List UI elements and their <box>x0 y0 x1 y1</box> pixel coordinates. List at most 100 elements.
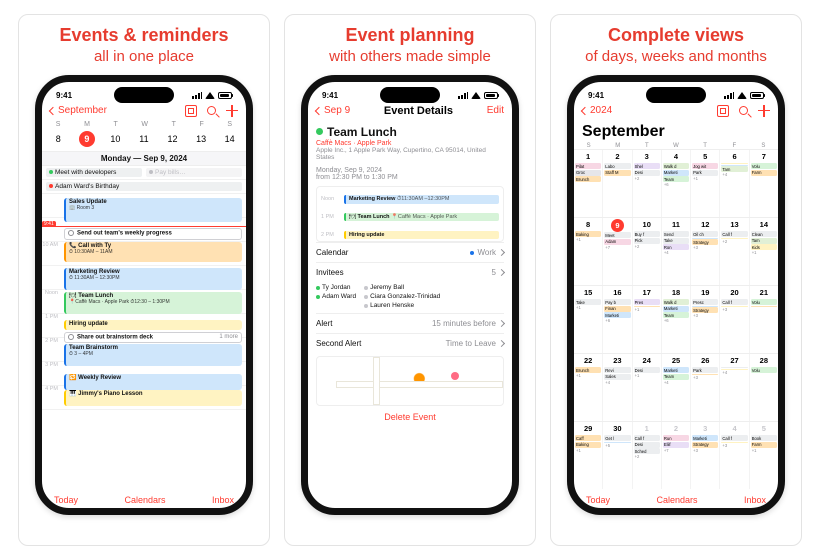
phone-3: 9:41 2024 September SMTWTFS 1PilatGrocBr… <box>567 75 785 515</box>
month-cell[interactable]: 22Brunch+1 <box>574 354 603 421</box>
panel2-subline: with others made simple <box>329 48 491 65</box>
month-cell[interactable]: 9MeetAdam+7 <box>603 218 632 285</box>
date-12[interactable]: 12 <box>165 134 181 144</box>
invitee: Adam Ward <box>316 293 356 300</box>
month-cell[interactable]: 8Baking+1 <box>574 218 603 285</box>
allday-chip-2[interactable]: Adam Ward's Birthday <box>46 182 242 191</box>
invitee: Lauren Henske <box>364 302 440 309</box>
inbox-button[interactable]: Inbox <box>744 495 766 505</box>
event-block[interactable]: Sales Update🏢 Room 3 <box>64 198 242 222</box>
edit-button[interactable]: Edit <box>487 105 504 116</box>
date-10[interactable]: 10 <box>107 134 123 144</box>
dynamic-island <box>114 87 174 103</box>
mini-day-preview[interactable]: NoonMarketing Review ⏱11:30AM –12:30PM1 … <box>316 186 504 242</box>
month-cell[interactable]: 14CleanTamKids+1 <box>750 218 778 285</box>
event-block[interactable]: 🔁 Weekly Review <box>64 374 242 390</box>
back-label: Sep 9 <box>324 105 350 116</box>
calendars-button[interactable]: Calendars <box>656 495 697 505</box>
date-14[interactable]: 14 <box>222 134 238 144</box>
event-block[interactable]: Team Brainstorm⏱ 3 – 4PM <box>64 344 242 366</box>
week-dates[interactable]: 8 9 10 11 12 13 14 <box>42 128 246 152</box>
second-alert-row[interactable]: Second Alert Time to Leave <box>316 333 504 353</box>
month-cell[interactable]: 29CaffBaking+1 <box>574 422 603 489</box>
month-cell[interactable]: 10Buy fPick+2 <box>633 218 662 285</box>
month-cell[interactable]: 5BookFarm+1 <box>750 422 778 489</box>
panel-day-list: Events & reminders all in one place 9:41… <box>18 14 270 546</box>
month-cell[interactable]: 12Oil chStrategy+3 <box>691 218 720 285</box>
event-block[interactable]: Send out team's weekly progress <box>64 228 242 240</box>
month-cell[interactable]: 1PilatGrocBrunch <box>574 150 603 217</box>
month-cell[interactable]: 15Take+1 <box>574 286 603 353</box>
back-button[interactable]: 2024 <box>582 105 612 116</box>
delete-event-button[interactable]: Delete Event <box>316 406 504 424</box>
date-11[interactable]: 11 <box>136 134 152 144</box>
date-13[interactable]: 13 <box>193 134 209 144</box>
month-cell[interactable]: 19PrescStrategy+3 <box>691 286 720 353</box>
month-cell[interactable]: 20Call f+3 <box>720 286 749 353</box>
month-cell[interactable]: 24Desi+1 <box>633 354 662 421</box>
search-icon[interactable] <box>739 106 748 115</box>
panel2-headline: Event planning <box>345 25 474 46</box>
month-cell[interactable]: 30Get l+5 <box>603 422 632 489</box>
wifi-icon <box>471 92 481 99</box>
event-block[interactable]: 🎹 Jimmy's Piano Lesson <box>64 390 242 406</box>
map-preview[interactable] <box>316 356 504 406</box>
event-block[interactable]: Marketing Review⏱ 11:30AM – 12:30PM <box>64 268 242 290</box>
event-block[interactable]: 📞 Call with Ty⏱ 10:30AM – 11AM <box>64 242 242 262</box>
month-cell[interactable]: 3MarketiStrategy+3 <box>691 422 720 489</box>
inbox-button[interactable]: Inbox <box>212 495 234 505</box>
month-cell[interactable]: 5Jog witPark+1 <box>691 150 720 217</box>
nav-bar: 2024 <box>574 104 778 121</box>
month-cell[interactable]: 18Walk dMarketiTeam+6 <box>662 286 691 353</box>
allday-row-2: Adam Ward's Birthday <box>42 180 246 194</box>
month-cell[interactable]: 2LaboStaff M <box>603 150 632 217</box>
month-cell[interactable]: 25MarketiTeam+4 <box>662 354 691 421</box>
month-cell[interactable]: 23ReviSales+4 <box>603 354 632 421</box>
view-mode-icon[interactable] <box>185 105 197 117</box>
panel3-headline: Complete views <box>608 25 744 46</box>
chevron-right-icon <box>498 269 505 276</box>
month-cell[interactable]: 26Park+3 <box>691 354 720 421</box>
allday-chip-1[interactable]: Pay bills… <box>146 168 242 177</box>
month-cell[interactable]: 4Call f+3 <box>720 422 749 489</box>
calendar-dot <box>470 251 474 255</box>
invitee: Ciara Gonzalez-Trinidad <box>364 293 440 300</box>
chevron-left-icon <box>315 106 323 114</box>
month-cell[interactable]: 7VoluFarm <box>750 150 778 217</box>
month-cell[interactable]: 3ShelDesi+2 <box>633 150 662 217</box>
back-button[interactable]: September <box>50 105 107 116</box>
month-cell[interactable]: 11SendTakeRon+4 <box>662 218 691 285</box>
month-cell[interactable]: 27+4 <box>720 354 749 421</box>
month-cell[interactable]: 1Call fDesiSched+2 <box>633 422 662 489</box>
month-cell[interactable]: 13Call f+2 <box>720 218 749 285</box>
alert-row[interactable]: Alert 15 minutes before <box>316 313 504 333</box>
day-schedule[interactable]: Meet with developers Pay bills… Adam War… <box>42 166 246 486</box>
add-icon[interactable] <box>758 105 770 117</box>
month-cell[interactable]: 16Pay bFinanMarketi+6 <box>603 286 632 353</box>
status-time: 9:41 <box>588 91 604 100</box>
add-icon[interactable] <box>226 105 238 117</box>
today-button[interactable]: Today <box>586 495 610 505</box>
nav-bar: Sep 9 Event Details Edit <box>308 104 512 121</box>
search-icon[interactable] <box>207 106 216 115</box>
allday-chip-0[interactable]: Meet with developers <box>46 168 142 177</box>
today-button[interactable]: Today <box>54 495 78 505</box>
view-mode-icon[interactable] <box>717 105 729 117</box>
back-button[interactable]: Sep 9 <box>316 105 350 116</box>
calendar-row[interactable]: Calendar Work <box>316 242 504 262</box>
date-9[interactable]: 9 <box>79 131 95 147</box>
month-cell[interactable]: 2RunEliif+7 <box>662 422 691 489</box>
month-cell[interactable]: 28Volu <box>750 354 778 421</box>
event-block[interactable]: 🍽 Team Lunch📍Caffè Macs · Apple Park ⏱12… <box>64 292 242 314</box>
event-block[interactable]: Share out brainstorm deck1 more <box>64 332 242 343</box>
calendars-button[interactable]: Calendars <box>124 495 165 505</box>
event-location-name[interactable]: Caffè Macs · Apple Park <box>316 140 504 147</box>
month-cell[interactable]: 17Pres+1 <box>633 286 662 353</box>
month-grid[interactable]: 1PilatGrocBrunch2LaboStaff M3ShelDesi+24… <box>574 149 778 489</box>
invitees-row[interactable]: Invitees 5 <box>316 262 504 282</box>
month-cell[interactable]: 6Tam+4 <box>720 150 749 217</box>
month-cell[interactable]: 4Walk dMarketiTeam+6 <box>662 150 691 217</box>
date-8[interactable]: 8 <box>50 134 66 144</box>
event-block[interactable]: Hiring update <box>64 320 242 330</box>
month-cell[interactable]: 21Volu <box>750 286 778 353</box>
